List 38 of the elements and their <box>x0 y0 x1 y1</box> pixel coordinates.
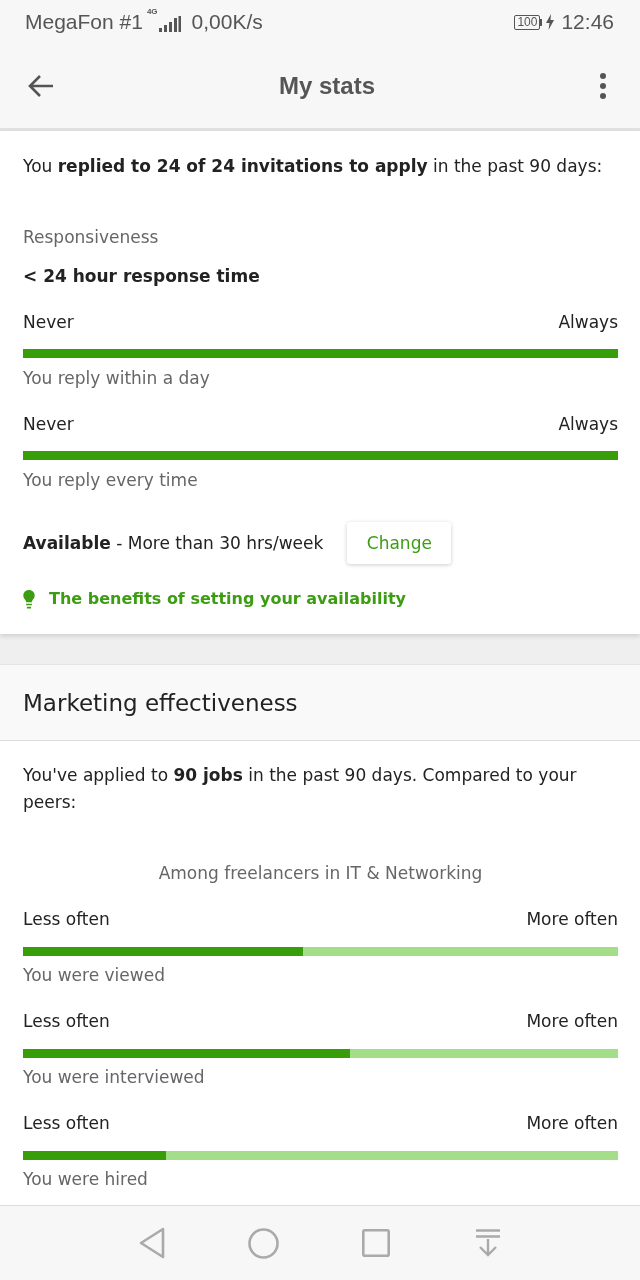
more-menu-icon[interactable] <box>600 73 606 99</box>
applications-summary: You've applied to 90 jobs in the past 90 days. Compared to your peers: <box>23 764 578 814</box>
meter-max-label: More often <box>526 908 618 931</box>
meter-min-label: Never <box>23 413 74 436</box>
meter-caption: You reply within a day <box>23 367 211 390</box>
meter-max-label: Always <box>558 311 618 334</box>
change-button[interactable]: Change <box>347 522 452 564</box>
meter-min-label: Less often <box>23 1112 110 1135</box>
lightbulb-icon <box>23 589 35 609</box>
availability-status: Available - More than 30 hrs/week <box>23 532 324 555</box>
meter-caption: You reply every time <box>23 469 199 492</box>
meter-max-label: More often <box>526 1010 618 1033</box>
meter-max-label: Always <box>558 413 618 436</box>
response-time-heading: < 24 hour response time <box>23 265 261 288</box>
recents-icon[interactable] <box>362 1229 390 1257</box>
section-label: Responsiveness <box>23 226 160 249</box>
back-arrow-icon[interactable] <box>28 74 54 98</box>
clock-time: 12:46 <box>561 10 614 34</box>
home-icon[interactable] <box>248 1227 279 1259</box>
meter-max-label: More often <box>526 1112 618 1135</box>
invitations-summary: You replied to 24 of 24 invitations to apply in the past 90 days: <box>23 155 604 178</box>
pull-down-icon[interactable] <box>475 1229 501 1257</box>
network-speed: 0,00K/s <box>191 10 263 34</box>
peer-group-label: Among freelancers in IT & Networking <box>157 862 484 885</box>
back-icon[interactable] <box>138 1227 166 1259</box>
meter-caption: You were hired <box>23 1168 149 1191</box>
meter-caption: You were interviewed <box>23 1066 206 1089</box>
meter-caption: You were viewed <box>23 964 166 987</box>
meter-min-label: Less often <box>23 908 110 931</box>
carrier-name: MegaFon #1 <box>25 10 143 34</box>
benefits-link[interactable]: The benefits of setting your availability <box>49 587 406 611</box>
card-title: Marketing effectiveness <box>23 689 298 716</box>
screen-title: My stats <box>278 72 375 100</box>
network-type-label: 4G <box>146 7 158 17</box>
signal-icon <box>158 16 181 32</box>
meter-min-label: Never <box>23 311 74 334</box>
meter-min-label: Less often <box>23 1010 110 1033</box>
battery-indicator: 100 <box>514 14 543 30</box>
